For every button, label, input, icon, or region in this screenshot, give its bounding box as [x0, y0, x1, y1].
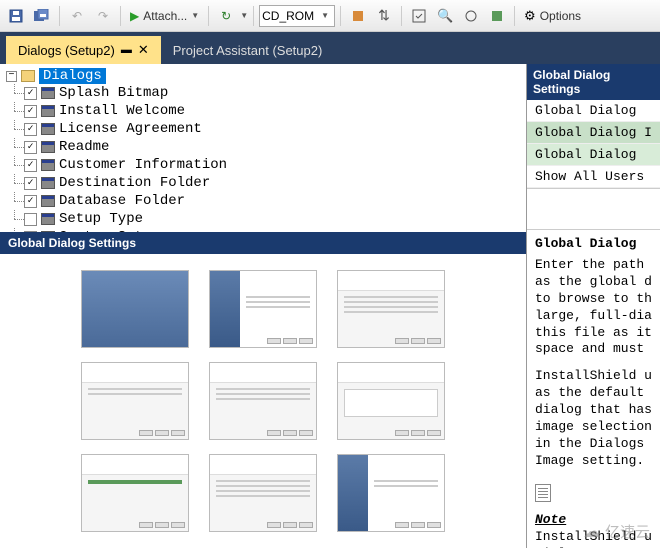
tree-item[interactable]: Custom Setup	[6, 228, 520, 232]
thumb-splash[interactable]	[81, 270, 189, 348]
dialog-icon	[41, 231, 55, 232]
desc-text: Enter the path as the global d to browse…	[535, 257, 652, 358]
tree-item[interactable]: Database Folder	[6, 192, 520, 210]
desc-title: Global Dialog	[535, 236, 652, 251]
thumb-complete[interactable]	[337, 454, 445, 532]
chevron-down-icon: ▼	[321, 11, 329, 20]
desc-text: InstallShield u as the default dialog th…	[535, 368, 652, 469]
dialog-icon	[41, 159, 55, 171]
prop-row[interactable]: Global Dialog I	[527, 122, 660, 144]
tab-label: Dialogs (Setup2)	[18, 43, 115, 58]
tree-item[interactable]: Customer Information	[6, 156, 520, 174]
run-dropdown[interactable]: ▶ Attach... ▼	[126, 9, 203, 23]
options-dropdown[interactable]: ⚙ Options	[520, 8, 587, 24]
collapse-icon[interactable]: −	[6, 71, 17, 82]
chevron-down-icon: ▼	[240, 11, 248, 20]
tool-icon-1[interactable]	[346, 4, 370, 28]
tree-item-label: Database Folder	[59, 193, 185, 209]
attach-label: Attach...	[141, 9, 189, 23]
cloud-icon: ☁	[583, 521, 601, 542]
tree-item-label: License Agreement	[59, 121, 202, 137]
description-panel: Global Dialog Enter the path as the glob…	[527, 229, 660, 548]
tool-icon-4[interactable]	[459, 4, 483, 28]
tree-item-label: Destination Folder	[59, 175, 210, 191]
checkbox[interactable]	[24, 105, 37, 118]
gear-icon: ⚙	[524, 8, 536, 24]
tree-item[interactable]: Install Welcome	[6, 102, 520, 120]
dialog-icon	[41, 87, 55, 99]
prop-row[interactable]: Global Dialog	[527, 144, 660, 166]
properties-grid: Global Dialog Global Dialog I Global Dia…	[527, 100, 660, 189]
section-header: Global Dialog Settings	[0, 232, 526, 254]
note-icon	[535, 484, 551, 502]
tree-item[interactable]: Splash Bitmap	[6, 84, 520, 102]
dialog-thumbnails	[0, 254, 526, 548]
tree-root-label[interactable]: Dialogs	[39, 68, 106, 84]
tree-item[interactable]: Readme	[6, 138, 520, 156]
tool-icon-2[interactable]: ⇅	[372, 4, 396, 28]
checkbox[interactable]	[24, 195, 37, 208]
dialog-icon	[41, 177, 55, 189]
save-icon[interactable]	[4, 4, 28, 28]
thumb-welcome[interactable]	[209, 270, 317, 348]
thumb-ready[interactable]	[209, 454, 317, 532]
checkbox[interactable]	[24, 177, 37, 190]
tree-item-label: Readme	[59, 139, 109, 155]
checkbox[interactable]	[24, 159, 37, 172]
tool-icon-3[interactable]	[407, 4, 431, 28]
checkbox[interactable]	[24, 141, 37, 154]
undo-icon[interactable]: ↶	[65, 4, 89, 28]
tree-item[interactable]: Destination Folder	[6, 174, 520, 192]
thumb-customer[interactable]	[209, 362, 317, 440]
checkbox[interactable]	[24, 123, 37, 136]
prop-row[interactable]: Show All Users	[527, 166, 660, 188]
redo-icon[interactable]: ↷	[91, 4, 115, 28]
watermark: ☁ 亿速云	[583, 521, 650, 542]
options-label: Options	[538, 9, 583, 23]
tab-label: Project Assistant (Setup2)	[173, 43, 323, 58]
chevron-down-icon: ▼	[191, 11, 199, 20]
tree-item-label: Splash Bitmap	[59, 85, 168, 101]
play-icon: ▶	[130, 9, 139, 23]
dialog-icon	[41, 105, 55, 117]
folder-icon	[21, 70, 35, 82]
thumb-license[interactable]	[337, 270, 445, 348]
dialog-icon	[41, 141, 55, 153]
save-all-icon[interactable]	[30, 4, 54, 28]
thumb-readme[interactable]	[81, 362, 189, 440]
tree-item-label: Customer Information	[59, 157, 227, 173]
document-tabs: Dialogs (Setup2) ▬ ✕ Project Assistant (…	[0, 32, 660, 64]
tool-icon-5[interactable]	[485, 4, 509, 28]
tree-item[interactable]: Setup Type	[6, 210, 520, 228]
tree-item-label: Setup Type	[59, 211, 143, 227]
tree-item-label: Custom Setup	[59, 229, 160, 232]
watermark-text: 亿速云	[605, 521, 650, 542]
main-toolbar: ↶ ↷ ▶ Attach... ▼ ↻ ▼ ▼ ⇅ 🔍 ⚙ Options	[0, 0, 660, 32]
search-icon[interactable]: 🔍	[433, 4, 457, 28]
prop-row[interactable]: Global Dialog	[527, 100, 660, 122]
dialog-icon	[41, 123, 55, 135]
checkbox[interactable]	[24, 213, 37, 226]
tree-item[interactable]: License Agreement	[6, 120, 520, 138]
tree-item-label: Install Welcome	[59, 103, 185, 119]
dialog-icon	[41, 195, 55, 207]
dialog-tree: − Dialogs Splash Bitmap Install Welcome Li…	[0, 64, 526, 232]
refresh-icon[interactable]: ↻	[214, 4, 238, 28]
tab-dialogs[interactable]: Dialogs (Setup2) ▬ ✕	[6, 36, 161, 64]
tab-project-assistant[interactable]: Project Assistant (Setup2)	[161, 37, 335, 64]
checkbox[interactable]	[24, 87, 37, 100]
pin-icon[interactable]: ▬	[121, 44, 132, 56]
properties-header: Global Dialog Settings	[527, 64, 660, 100]
thumb-destination[interactable]	[337, 362, 445, 440]
checkbox[interactable]	[24, 231, 37, 233]
thumb-database[interactable]	[81, 454, 189, 532]
dialog-icon	[41, 213, 55, 225]
close-icon[interactable]: ✕	[138, 42, 149, 58]
